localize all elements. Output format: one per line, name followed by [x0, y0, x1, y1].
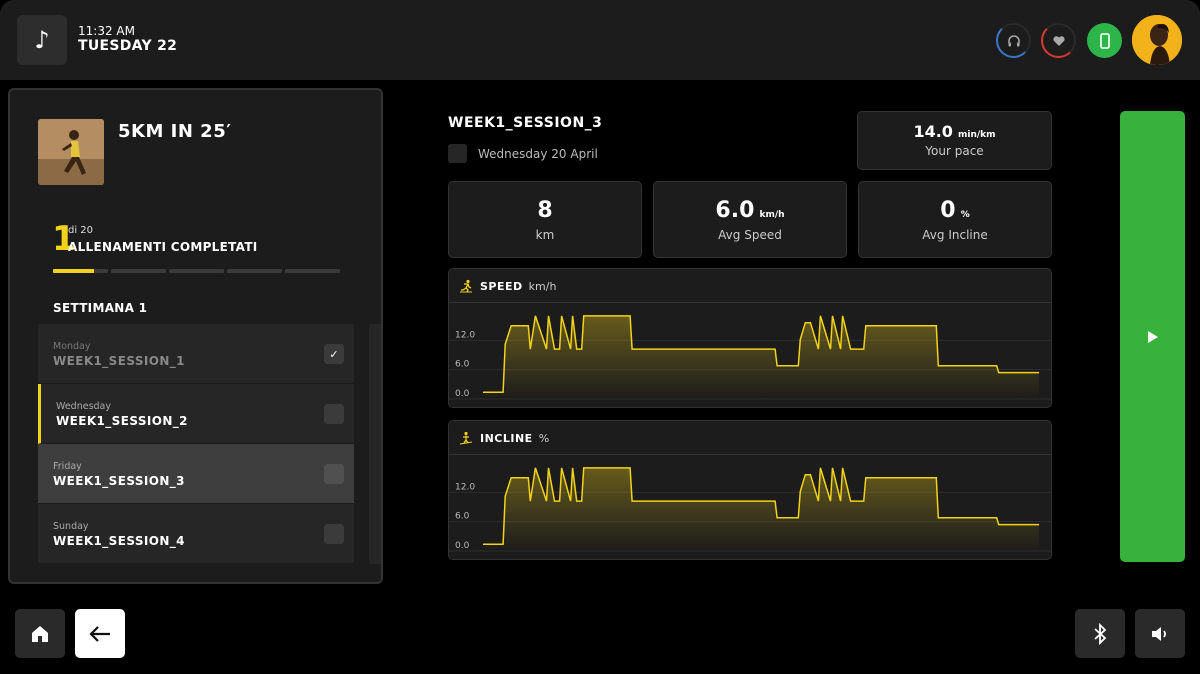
y-tick-label: 12.0: [455, 330, 475, 340]
runner-icon: [459, 279, 473, 293]
heart-rate-button[interactable]: [1041, 23, 1076, 58]
avg-speed-value: 6.0: [715, 198, 755, 223]
avg-speed-value-row: 6.0 km/h: [654, 198, 846, 223]
y-tick-label: 0.0: [455, 541, 470, 551]
distance-label: km: [535, 228, 555, 242]
incline-runner-icon: [459, 431, 473, 445]
pace-card: 14.0 min/km Your pace: [857, 111, 1052, 170]
session-checkbox[interactable]: [324, 464, 344, 484]
phone-button[interactable]: [1087, 23, 1122, 58]
session-checkbox[interactable]: [324, 404, 344, 424]
volume-icon: [1152, 626, 1166, 641]
session-name: WEEK1_SESSION_3: [53, 474, 185, 488]
session-name: WEEK1_SESSION_2: [56, 414, 188, 428]
session-item-1[interactable]: Monday WEEK1_SESSION_1 ✓: [38, 324, 354, 384]
completed-total: di 20: [68, 225, 94, 236]
incline-chart: INCLINE % 0.0 6.0 12.0: [448, 420, 1052, 560]
y-tick-label: 6.0: [455, 360, 470, 370]
headphones-button[interactable]: [996, 23, 1031, 58]
pace-label: Your pace: [925, 144, 984, 158]
session-name: WEEK1_SESSION_4: [53, 534, 185, 548]
bluetooth-button[interactable]: [1075, 609, 1125, 658]
week-title: SETTIMANA 1: [53, 301, 148, 315]
bluetooth-icon: [1094, 622, 1107, 645]
incline-chart-header: INCLINE %: [459, 431, 549, 445]
phone-icon: [1099, 32, 1110, 49]
avg-speed-unit: km/h: [759, 210, 785, 220]
avg-speed-card: 6.0 km/h Avg Speed: [653, 181, 847, 258]
avg-speed-label: Avg Speed: [718, 228, 782, 242]
incline-chart-unit: %: [538, 431, 550, 445]
session-list: Monday WEEK1_SESSION_1 ✓ Wednesday WEEK1…: [38, 324, 354, 564]
pace-value-row: 14.0 min/km: [858, 122, 1051, 141]
music-button[interactable]: ♪: [17, 15, 67, 65]
progress-segment: [285, 269, 340, 273]
session-day: Friday: [53, 461, 82, 472]
home-button[interactable]: [15, 609, 65, 658]
progress-segment: [111, 269, 166, 273]
y-tick-label: 6.0: [455, 512, 470, 522]
avg-incline-unit: %: [960, 210, 970, 220]
pace-value: 14.0: [913, 122, 953, 141]
back-button[interactable]: [75, 609, 125, 658]
progress-segment: [53, 269, 108, 273]
program-title: 5KM IN 25′: [118, 121, 232, 142]
session-title: WEEK1_SESSION_3: [448, 115, 603, 131]
incline-chart-title: INCLINE: [480, 431, 533, 445]
speed-chart-header: SPEED km/h: [459, 279, 556, 293]
speed-chart: SPEED km/h 0.0 6.0 12.0: [448, 268, 1052, 408]
clock-date: TUESDAY 22: [78, 38, 178, 54]
heart-icon: [1052, 35, 1065, 46]
clock-time: 11:32 AM: [78, 24, 135, 38]
avg-incline-card: 0 % Avg Incline: [858, 181, 1052, 258]
calendar-icon: [448, 144, 467, 163]
play-icon: [1147, 330, 1158, 343]
arrow-left-icon: [89, 625, 110, 642]
program-progress-bar: [53, 269, 340, 273]
progress-segment-fill: [53, 269, 95, 273]
check-icon: ✓: [329, 347, 339, 361]
program-thumbnail: [38, 119, 104, 185]
distance-value: 8: [537, 198, 553, 223]
headphones-icon: [1007, 34, 1020, 46]
session-day: Monday: [53, 341, 91, 352]
session-name: WEEK1_SESSION_1: [53, 354, 185, 368]
progress-segment: [227, 269, 282, 273]
speed-chart-title: SPEED: [480, 279, 523, 293]
session-day: Sunday: [53, 521, 89, 532]
session-day: Wednesday: [56, 401, 112, 412]
y-tick-label: 12.0: [455, 482, 475, 492]
music-note-icon: ♪: [34, 26, 50, 54]
speed-chart-plot: 0.0 6.0 12.0: [449, 315, 1051, 400]
session-checkbox[interactable]: ✓: [324, 344, 344, 364]
session-checkbox[interactable]: [324, 524, 344, 544]
volume-button[interactable]: [1135, 609, 1185, 658]
series-area: [483, 467, 1039, 551]
play-button[interactable]: [1120, 111, 1185, 562]
pace-unit: min/km: [958, 130, 996, 140]
avg-incline-value-row: 0 %: [859, 198, 1051, 223]
incline-chart-plot: 0.0 6.0 12.0: [449, 467, 1051, 552]
home-icon: [32, 625, 48, 642]
avatar[interactable]: [1132, 15, 1182, 65]
completed-label: ALLENAMENTI COMPLETATI: [68, 240, 258, 254]
top-bar: ♪ 11:32 AM TUESDAY 22: [0, 0, 1200, 80]
progress-segment: [169, 269, 224, 273]
session-list-scrollbar[interactable]: [369, 324, 381, 564]
session-item-3[interactable]: Friday WEEK1_SESSION_3: [38, 444, 354, 504]
avatar-image: [1132, 15, 1182, 65]
program-panel: 5KM IN 25′ 1 di 20 ALLENAMENTI COMPLETAT…: [8, 88, 383, 584]
y-tick-label: 0.0: [455, 389, 470, 399]
series-area: [483, 315, 1039, 399]
speed-chart-unit: km/h: [528, 279, 557, 293]
avg-incline-value: 0: [940, 198, 956, 223]
distance-value-row: 8: [449, 198, 641, 223]
session-item-2[interactable]: Wednesday WEEK1_SESSION_2: [38, 384, 354, 444]
avg-incline-label: Avg Incline: [922, 228, 988, 242]
distance-card: 8 km: [448, 181, 642, 258]
session-date: Wednesday 20 April: [478, 147, 598, 161]
session-item-4[interactable]: Sunday WEEK1_SESSION_4: [38, 504, 354, 564]
